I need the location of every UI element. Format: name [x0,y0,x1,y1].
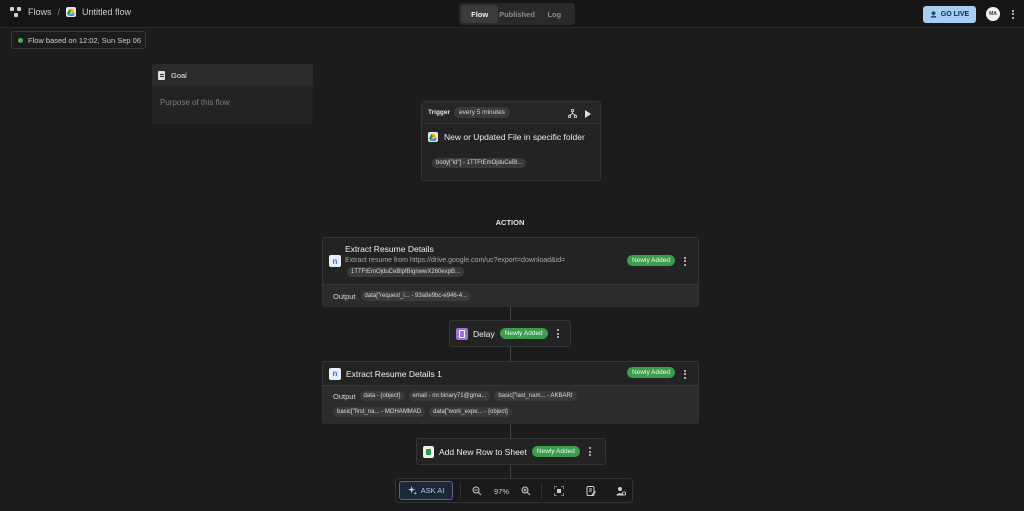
step-title: Delay [473,328,495,339]
breadcrumb: Flows / Untitled flow [10,7,131,17]
trigger-param-pill[interactable]: body["id"] - 1TTFtEmOjduCeBl... [432,158,527,168]
extract-resume-details-1-card[interactable]: n Extract Resume Details 1 Newly Added O… [322,361,699,424]
output-label: Output [333,291,356,301]
step-title: Add New Row to Sheet [439,446,527,457]
parser-app-icon: n [329,255,341,267]
trigger-header: Trigger every 5 minutes [422,102,600,124]
branch-icon[interactable] [568,109,577,118]
top-bar: Flows / Untitled flow Flow Published Log… [0,0,1024,28]
newly-added-badge: Newly Added [627,255,675,266]
flow-version-status: Flow based on 12:02, Sun Sep 06 [11,31,146,49]
step-menu-icon[interactable] [682,369,688,379]
step-menu-icon[interactable] [555,329,561,339]
output-label: Output [333,391,356,401]
goal-panel: Goal Purpose of this flow [152,64,313,124]
newly-added-badge: Newly Added [531,446,580,457]
goal-title: Goal [171,70,187,80]
more-menu-icon[interactable] [1010,8,1016,20]
tab-flow[interactable]: Flow [461,5,499,23]
zoom-in-icon[interactable] [520,485,532,497]
run-play-icon[interactable] [585,110,591,118]
trigger-label: Trigger [428,109,451,116]
breadcrumb-separator: / [57,7,61,17]
trigger-schedule-pill[interactable]: every 5 minutes [454,107,510,118]
google-sheets-icon [423,445,434,458]
toolbar-divider [460,484,461,498]
sparkle-icon [407,486,417,495]
trigger-title-row: New or Updated File in specific folder [422,124,600,142]
ask-ai-button[interactable]: ASK AI [399,481,453,500]
step-output-row: Output data["request_i... - 93a8e9bc-e94… [323,284,698,307]
upload-icon [930,11,936,18]
notes-icon[interactable] [585,485,597,497]
delay-hourglass-icon [456,327,468,340]
go-live-label: GO LIVE [940,11,970,18]
zoom-level: 97% [494,487,510,496]
step-menu-icon[interactable] [587,447,593,457]
go-live-button[interactable]: GO LIVE [923,6,976,23]
newly-added-badge: Newly Added [627,367,675,378]
tab-log[interactable]: Log [536,5,573,23]
connector-line [510,465,511,478]
view-tabs: Flow Published Log [459,3,575,25]
step-output-area: Output data - {object} email - mr.binary… [323,385,698,424]
parser-app-icon: n [329,367,341,380]
newly-added-badge: Newly Added [499,328,548,339]
flows-icon[interactable] [10,7,22,17]
extract-card-header: n Extract Resume Details 1 Newly Added [323,362,698,385]
step-menu-icon[interactable] [682,256,688,266]
output-pill[interactable]: email - mr.binary71@gma... [408,391,491,401]
toolbar-divider [541,484,542,498]
goal-purpose-input[interactable]: Purpose of this flow [152,86,313,107]
output-pill[interactable]: data["work_expe... - {object} [429,407,512,417]
connector-line [510,424,511,438]
status-dot-icon [18,37,23,43]
connector-line [510,307,511,320]
action-heading: ACTION [495,218,525,227]
trigger-title: New or Updated File in specific folder [444,132,585,142]
google-drive-icon [66,7,77,17]
trigger-card[interactable]: Trigger every 5 minutes New or Updated F… [421,101,601,181]
fit-view-icon[interactable] [553,485,565,497]
output-pill[interactable]: data - {object} [359,391,405,401]
breadcrumb-flows-link[interactable]: Flows [28,7,52,17]
output-row: Output data - {object} email - mr.binary… [333,391,577,401]
tab-published[interactable]: Published [498,5,535,23]
flow-version-text: Flow based on 12:02, Sun Sep 06 [28,35,141,45]
document-icon [158,70,165,80]
step-description: Extract resume from https://drive.google… [345,257,566,264]
connector-line [510,347,511,361]
goal-header: Goal [152,64,313,86]
user-settings-icon[interactable] [615,485,627,497]
add-new-row-card[interactable]: Add New Row to Sheet Newly Added [416,438,606,465]
flow-title[interactable]: Untitled flow [82,7,131,17]
step-param-pill[interactable]: 1TTFtEmOjduCeBlpfBignwwX260expB... [347,267,465,277]
avatar[interactable]: MA [986,7,1000,21]
output-pill[interactable]: data["request_i... - 93a8e9bc-e946-4... [360,291,472,301]
extract-card-body: n Extract Resume Details Extract resume … [323,238,698,284]
zoom-out-icon[interactable] [471,485,483,497]
step-title: Extract Resume Details [345,244,434,254]
extract-resume-details-card[interactable]: n Extract Resume Details Extract resume … [322,237,699,307]
output-pill[interactable]: basic["last_nam... - AKBARI [494,391,577,401]
delay-card[interactable]: Delay Newly Added [449,320,571,347]
step-title: Extract Resume Details 1 [346,368,442,379]
ask-ai-label: ASK AI [420,486,445,495]
google-drive-icon [428,132,438,142]
canvas-toolbar: ASK AI 97% [395,478,633,503]
output-pill[interactable]: basic["first_na... - MOHAMMAD [333,407,426,417]
output-row: basic["first_na... - MOHAMMAD data["work… [333,407,512,417]
